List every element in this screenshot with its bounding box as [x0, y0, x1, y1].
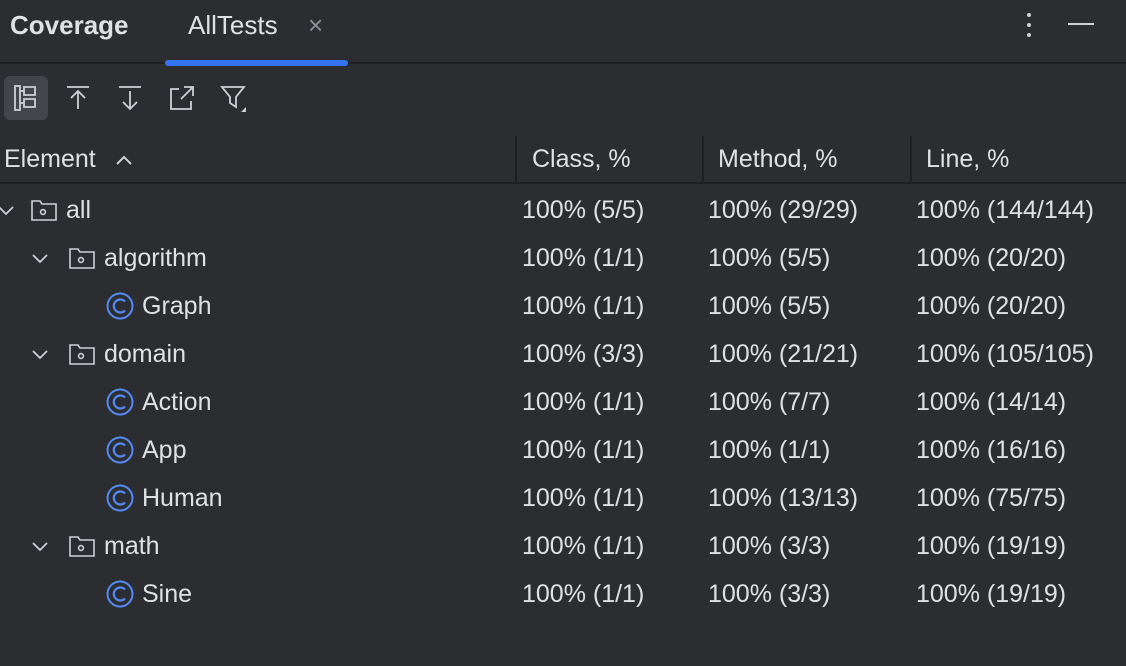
class-coverage-value: 100% (3/3): [522, 340, 645, 368]
export-report-button[interactable]: [160, 76, 204, 120]
class-coverage-value: 100% (1/1): [522, 484, 645, 512]
package-folder-icon: [69, 248, 95, 269]
class-icon: [106, 292, 134, 320]
chevron-down-icon[interactable]: [30, 248, 50, 268]
method-coverage-value: 100% (29/29): [708, 196, 859, 224]
method-coverage-value: 100% (3/3): [708, 580, 831, 608]
navigate-up-button[interactable]: [56, 76, 100, 120]
more-options-icon[interactable]: [1017, 8, 1041, 42]
tree-node-label: domain: [104, 340, 186, 368]
tree-row-sine[interactable]: Sine 100% (1/1) 100% (3/3) 100% (19/19): [0, 570, 1126, 618]
chevron-down-icon[interactable]: [30, 536, 50, 556]
tree-row-math[interactable]: math 100% (1/1) 100% (3/3) 100% (19/19): [0, 522, 1126, 570]
line-coverage-value: 100% (75/75): [916, 484, 1067, 512]
navigate-down-button[interactable]: [108, 76, 152, 120]
class-coverage-value: 100% (1/1): [522, 532, 645, 560]
tree-node-label: all: [66, 196, 92, 224]
package-folder-icon: [69, 536, 95, 557]
tree-node-label: math: [104, 532, 160, 560]
line-coverage-value: 100% (20/20): [916, 292, 1067, 320]
tree-node-label: Human: [142, 484, 223, 512]
line-coverage-value: 100% (144/144): [916, 196, 1094, 224]
column-divider[interactable]: [702, 136, 704, 182]
method-coverage-value: 100% (1/1): [708, 436, 831, 464]
tab-label[interactable]: AllTests: [188, 10, 278, 41]
table-header: Element Class, % Method, % Line, %: [0, 136, 1126, 184]
tree-row-human[interactable]: Human 100% (1/1) 100% (13/13) 100% (75/7…: [0, 474, 1126, 522]
class-coverage-value: 100% (1/1): [522, 244, 645, 272]
column-header-class[interactable]: Class, %: [532, 136, 631, 182]
package-folder-icon: [31, 200, 57, 221]
line-coverage-value: 100% (20/20): [916, 244, 1067, 272]
tool-window-header: Coverage AllTests ×: [0, 0, 1126, 66]
filter-button[interactable]: [212, 76, 256, 120]
line-coverage-value: 100% (14/14): [916, 388, 1067, 416]
tree-node-label: algorithm: [104, 244, 207, 272]
line-coverage-value: 100% (19/19): [916, 580, 1067, 608]
class-icon: [106, 580, 134, 608]
tab-alltests[interactable]: AllTests ×: [165, 0, 348, 66]
tree-node-label: Sine: [142, 580, 193, 608]
tree-row-app[interactable]: App 100% (1/1) 100% (1/1) 100% (16/16): [0, 426, 1126, 474]
class-coverage-value: 100% (1/1): [522, 580, 645, 608]
tree-row-graph[interactable]: Graph 100% (1/1) 100% (5/5) 100% (20/20): [0, 282, 1126, 330]
tree-row-all[interactable]: all 100% (5/5) 100% (29/29) 100% (144/14…: [0, 186, 1126, 234]
column-header-element[interactable]: Element: [4, 136, 133, 182]
tree-node-label: App: [142, 436, 187, 464]
method-coverage-value: 100% (13/13): [708, 484, 859, 512]
chevron-down-icon[interactable]: [0, 200, 16, 220]
method-coverage-value: 100% (3/3): [708, 532, 831, 560]
class-coverage-value: 100% (5/5): [522, 196, 645, 224]
tree-row-algorithm[interactable]: algorithm 100% (1/1) 100% (5/5) 100% (20…: [0, 234, 1126, 282]
column-divider[interactable]: [910, 136, 912, 182]
arrow-up-icon: [67, 86, 89, 109]
panel-title: Coverage: [10, 10, 129, 40]
tree-node-label: Graph: [142, 292, 212, 320]
method-coverage-value: 100% (21/21): [708, 340, 859, 368]
minimize-icon[interactable]: [1066, 10, 1098, 40]
class-icon: [106, 484, 134, 512]
class-coverage-value: 100% (1/1): [522, 292, 645, 320]
sort-ascending-icon: [115, 155, 132, 166]
method-coverage-value: 100% (7/7): [708, 388, 831, 416]
class-icon: [106, 388, 134, 416]
coverage-toolbar: [0, 66, 1126, 134]
column-header-method[interactable]: Method, %: [718, 136, 838, 182]
chevron-down-icon[interactable]: [30, 344, 50, 364]
tree-row-domain[interactable]: domain 100% (3/3) 100% (21/21) 100% (105…: [0, 330, 1126, 378]
column-header-label: Element: [4, 145, 96, 173]
flatten-packages-icon: [14, 85, 36, 111]
method-coverage-value: 100% (5/5): [708, 244, 831, 272]
class-icon: [106, 436, 134, 464]
arrow-down-icon: [119, 86, 141, 111]
package-folder-icon: [69, 344, 95, 365]
column-divider[interactable]: [515, 136, 517, 182]
close-icon[interactable]: ×: [308, 10, 323, 41]
line-coverage-value: 100% (19/19): [916, 532, 1067, 560]
class-coverage-value: 100% (1/1): [522, 436, 645, 464]
line-coverage-value: 100% (105/105): [916, 340, 1094, 368]
line-coverage-value: 100% (16/16): [916, 436, 1067, 464]
tree-node-label: Action: [142, 388, 212, 416]
column-header-line[interactable]: Line, %: [926, 136, 1009, 182]
flatten-packages-button[interactable]: [4, 76, 48, 120]
tree-row-action[interactable]: Action 100% (1/1) 100% (7/7) 100% (14/14…: [0, 378, 1126, 426]
filter-icon: [220, 86, 246, 112]
method-coverage-value: 100% (5/5): [708, 292, 831, 320]
class-coverage-value: 100% (1/1): [522, 388, 645, 416]
export-icon: [170, 86, 194, 110]
